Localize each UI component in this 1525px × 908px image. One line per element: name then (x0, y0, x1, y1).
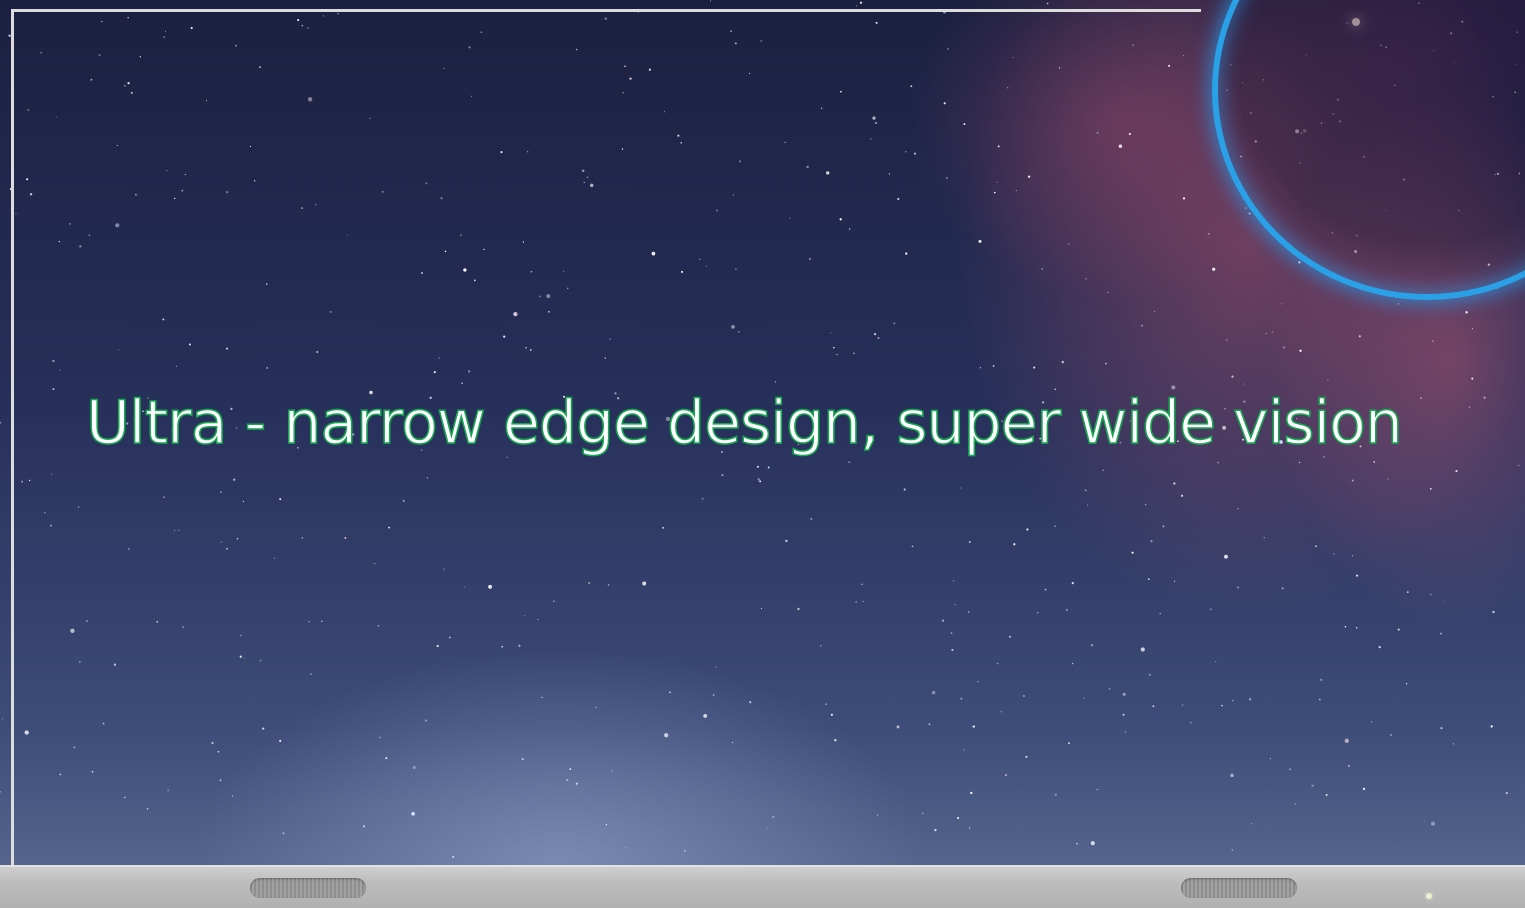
star (1355, 626, 1358, 629)
star (1248, 212, 1251, 215)
star (1, 718, 3, 720)
star (1217, 462, 1219, 464)
star (1471, 328, 1473, 330)
star (1430, 821, 1436, 826)
star (1505, 792, 1508, 795)
headline-text: Ultra - narrow edge design, super wide v… (85, 387, 1403, 459)
star (1468, 406, 1471, 409)
star (1224, 554, 1228, 559)
star (1294, 803, 1296, 805)
star (0, 791, 1, 793)
star (1351, 479, 1354, 482)
star (1373, 461, 1376, 463)
star (1405, 683, 1408, 685)
star (1319, 678, 1323, 682)
star (1429, 487, 1432, 490)
star (1271, 331, 1274, 334)
star (1344, 738, 1349, 743)
star (1299, 349, 1302, 352)
star (1378, 645, 1381, 649)
star (1406, 591, 1409, 593)
star (1440, 632, 1442, 635)
star (1318, 698, 1321, 701)
star (1420, 397, 1422, 400)
star (1358, 335, 1361, 338)
right-speaker-grille (1181, 878, 1297, 898)
star (1440, 726, 1443, 730)
star (1248, 698, 1252, 701)
left-speaker-grille (250, 878, 366, 898)
star (1452, 743, 1455, 745)
star (856, 5, 858, 7)
star (1344, 626, 1347, 628)
power-indicator-light (1426, 893, 1432, 899)
star (1244, 383, 1246, 385)
star (1207, 232, 1210, 235)
star (1397, 303, 1400, 305)
star (1327, 379, 1329, 382)
star (1269, 758, 1272, 760)
star (1215, 661, 1217, 663)
star (1490, 725, 1493, 728)
star (859, 1, 863, 4)
star (1212, 267, 1216, 271)
star (1397, 628, 1400, 631)
star (709, 0, 712, 2)
star (1390, 734, 1392, 736)
star (1315, 545, 1317, 548)
star (1046, 2, 1049, 5)
star (1236, 586, 1240, 589)
star (1237, 508, 1239, 510)
star (1347, 764, 1351, 768)
star (1221, 704, 1223, 707)
star (1517, 464, 1520, 467)
star (1231, 375, 1234, 378)
star (1465, 311, 1468, 314)
display-bezel (0, 865, 1525, 908)
star (1231, 699, 1234, 702)
star (1471, 377, 1474, 380)
star (1362, 787, 1366, 791)
star (1352, 555, 1354, 557)
product-banner: Ultra - narrow edge design, super wide v… (0, 0, 1525, 908)
star (1333, 553, 1335, 555)
star (1289, 768, 1291, 770)
star (1225, 339, 1228, 341)
star (1281, 303, 1283, 305)
star (1230, 773, 1234, 778)
star (1423, 819, 1425, 821)
star (1298, 261, 1301, 264)
star (1387, 478, 1389, 480)
star (1483, 396, 1486, 399)
star (1282, 346, 1286, 349)
star (1356, 574, 1359, 577)
star (1244, 207, 1247, 210)
star (1281, 587, 1284, 590)
star (1325, 793, 1328, 796)
star (0, 421, 2, 424)
star (1432, 340, 1434, 342)
star (1250, 823, 1253, 825)
star (1455, 470, 1458, 473)
star (1430, 593, 1432, 596)
star (1231, 848, 1234, 851)
star (1311, 784, 1314, 787)
star (1298, 461, 1301, 464)
star (1444, 601, 1446, 603)
star (1210, 608, 1212, 610)
star (1263, 537, 1265, 539)
star (1492, 610, 1495, 614)
star (1370, 721, 1373, 723)
star (1265, 332, 1267, 335)
